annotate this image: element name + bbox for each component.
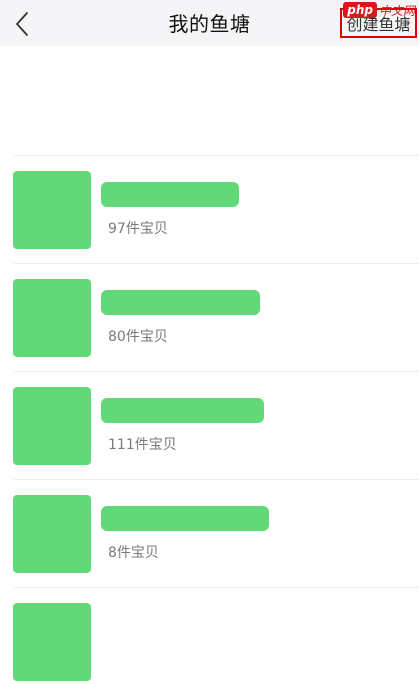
pond-thumbnail <box>13 603 91 681</box>
list-item[interactable]: 97件宝贝 <box>0 156 419 263</box>
list-item[interactable]: 8件宝贝 <box>0 480 419 587</box>
item-count: 8件宝贝 <box>108 545 159 561</box>
item-count: 80件宝贝 <box>108 329 168 345</box>
pond-thumbnail <box>13 495 91 573</box>
pond-name-placeholder <box>101 506 269 531</box>
pond-name-placeholder <box>101 290 260 315</box>
item-count: 97件宝贝 <box>108 221 168 237</box>
pond-name-placeholder <box>101 398 264 423</box>
pond-name-placeholder <box>101 182 239 207</box>
pond-thumbnail <box>13 387 91 465</box>
pond-thumbnail <box>13 279 91 357</box>
create-pond-button[interactable]: 创建鱼塘 <box>340 8 417 38</box>
item-count: 111件宝贝 <box>108 437 177 453</box>
pond-list: 97件宝贝 80件宝贝 111件宝贝 8件宝贝 <box>0 155 419 681</box>
navigation-bar: 我的鱼塘 创建鱼塘 php 中文网 <box>0 0 419 46</box>
list-item[interactable]: 80件宝贝 <box>0 264 419 371</box>
list-item[interactable]: 111件宝贝 <box>0 372 419 479</box>
pond-thumbnail <box>13 171 91 249</box>
